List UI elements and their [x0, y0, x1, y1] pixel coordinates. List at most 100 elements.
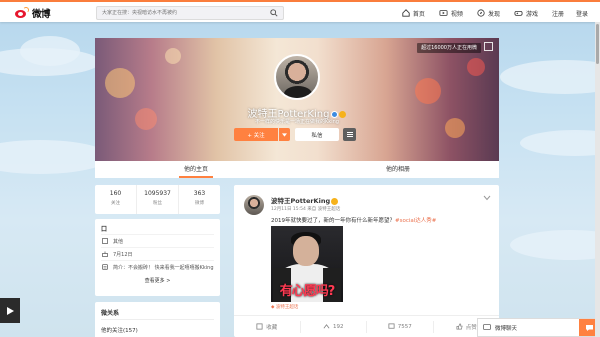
stat-followers[interactable]: 1095937 粉丝	[137, 185, 179, 214]
cover-bokeh	[467, 58, 485, 76]
nav-home[interactable]: 首页	[402, 9, 425, 18]
nav-video[interactable]: 视频	[439, 9, 463, 18]
following-list-link[interactable]: 他的关注(157)	[101, 326, 214, 334]
profile-stats: 160 关注 1095937 粉丝 363 微博	[95, 185, 220, 214]
post-image[interactable]: 有心愿吗?	[271, 226, 343, 302]
info-title: 口	[101, 226, 108, 233]
repost-button[interactable]: 192	[301, 320, 367, 333]
tab-home[interactable]: 他的主页	[95, 161, 297, 178]
nav-discover-label: 发现	[487, 10, 500, 18]
nav-video-label: 视频	[450, 10, 463, 18]
post-text-main: 2019年就快要过了，新的一年你有什么新年愿望？	[271, 218, 395, 224]
cover-bokeh	[165, 48, 181, 64]
comment-button[interactable]: 7557	[367, 320, 434, 333]
expand-icon[interactable]	[484, 42, 493, 51]
follow-button[interactable]: + 关注	[234, 128, 278, 141]
member-icon	[339, 110, 347, 118]
chat-label: 微博聊天	[495, 325, 518, 332]
stat-following-count: 160	[109, 190, 122, 197]
background-cloud	[520, 130, 600, 156]
repost-icon	[323, 324, 330, 329]
favorite-button[interactable]: 收藏	[234, 320, 301, 333]
post-actions: 收藏 192 7557 点赞	[234, 315, 499, 337]
chevron-down-icon[interactable]	[483, 195, 491, 201]
info-category: 其他	[113, 238, 124, 245]
chat-bubble-icon	[483, 324, 491, 330]
message-button[interactable]: 私信	[295, 128, 339, 141]
cover-badge: 超过16000万人正在用微	[417, 43, 481, 53]
post-source-link[interactable]: ◆ 波特王超话	[271, 304, 298, 310]
post-hashtag[interactable]: #social达人秀#	[395, 218, 436, 224]
nav-games[interactable]: 游戏	[514, 9, 538, 18]
stat-posts-label: 微博	[195, 201, 204, 206]
background-cloud	[20, 36, 80, 66]
home-icon	[402, 9, 410, 17]
info-row-intro: 简介：不会搬砖！ 快来看我一起嘻嘻搬Kking	[101, 260, 214, 273]
profile-info-card: 口 其他 7月12日 简介：不会搬砖！ 快来看我一起嘻嘻搬Kking 查看更多 …	[95, 219, 220, 296]
relations-title: 微关系	[101, 308, 214, 320]
relations-card: 微关系 他的关注(157)	[95, 302, 220, 337]
logo-text: 微博	[32, 9, 51, 20]
intro-icon	[101, 264, 108, 271]
info-intro: 简介：不会搬砖！ 快来看我一起嘻嘻搬Kking	[113, 264, 214, 271]
cover-bokeh	[415, 78, 441, 104]
search-box	[96, 6, 284, 20]
cover-bokeh	[105, 68, 135, 98]
stat-followers-label: 粉丝	[153, 201, 162, 206]
video-icon	[439, 10, 448, 16]
stat-posts[interactable]: 363 微博	[179, 185, 220, 214]
favorite-label: 收藏	[266, 324, 278, 331]
post-text: 2019年就快要过了，新的一年你有什么新年愿望？#social达人秀#	[271, 216, 436, 224]
post-avatar[interactable]	[244, 195, 264, 215]
weibo-logo[interactable]: 微博	[14, 6, 51, 20]
category-icon	[101, 238, 108, 245]
nav-discover[interactable]: 发现	[477, 9, 500, 18]
profile-tabs: 他的主页 他的相册	[95, 161, 499, 178]
feed-post: 波特王PotterKing 12月11日 15:54 来自 波特王超话 2019…	[234, 185, 499, 337]
top-navigation-bar: 微博 首页 视频 发现 游戏 注册 登录	[0, 0, 600, 22]
login-link[interactable]: 登录	[576, 9, 588, 18]
play-icon	[6, 306, 14, 315]
login-label: 登录	[575, 10, 588, 18]
search-input[interactable]	[97, 7, 265, 19]
profile-avatar[interactable]	[274, 54, 320, 100]
info-birthday: 7月12日	[113, 251, 133, 258]
page-scrollbar[interactable]	[595, 22, 600, 337]
birthday-icon	[101, 251, 108, 258]
video-play-button[interactable]	[0, 298, 20, 323]
post-author[interactable]: 波特王PotterKing	[271, 197, 330, 205]
chat-bar[interactable]: 微博聊天	[477, 318, 600, 337]
background-cloud	[0, 140, 110, 174]
chat-icon	[585, 324, 593, 331]
chevron-down-icon	[282, 132, 287, 137]
stat-following-label: 关注	[111, 201, 120, 206]
stat-following[interactable]: 160 关注	[95, 185, 137, 214]
comment-icon	[388, 323, 395, 329]
favorite-icon	[256, 323, 263, 330]
nav-links: 首页 视频 发现 游戏 注册 登录	[402, 2, 600, 24]
register-label: 注册	[551, 10, 564, 18]
tab-album[interactable]: 他的相册	[297, 161, 499, 178]
nav-home-label: 首页	[412, 10, 425, 18]
thumbs-up-icon	[456, 323, 463, 330]
profile-bio: 不一样的快乐是一场正在做我的Kking	[255, 119, 339, 125]
menu-icon	[346, 132, 353, 137]
follow-dropdown-button[interactable]	[279, 128, 290, 141]
post-author-row: 波特王PotterKing	[271, 195, 339, 205]
member-icon	[331, 197, 339, 205]
search-icon[interactable]	[270, 9, 278, 17]
view-more-link[interactable]: 查看更多 >	[101, 277, 214, 284]
register-link[interactable]: 注册	[552, 9, 564, 18]
stat-posts-count: 363	[193, 190, 206, 197]
post-image-caption: 有心愿吗?	[279, 284, 336, 299]
weibo-eye-icon	[14, 7, 30, 19]
comment-count: 7557	[397, 323, 412, 330]
background-cloud	[500, 60, 600, 94]
scrollbar-thumb[interactable]	[596, 24, 599, 64]
info-row-birthday: 7月12日	[101, 247, 214, 260]
profile-cover: 超过16000万人正在用微 波特王PotterKing 不一样的快乐是一场正在做…	[95, 38, 499, 161]
background-cloud	[510, 230, 600, 260]
nav-games-label: 游戏	[525, 10, 538, 18]
like-label: 点赞	[465, 324, 477, 331]
more-button[interactable]	[343, 128, 356, 141]
